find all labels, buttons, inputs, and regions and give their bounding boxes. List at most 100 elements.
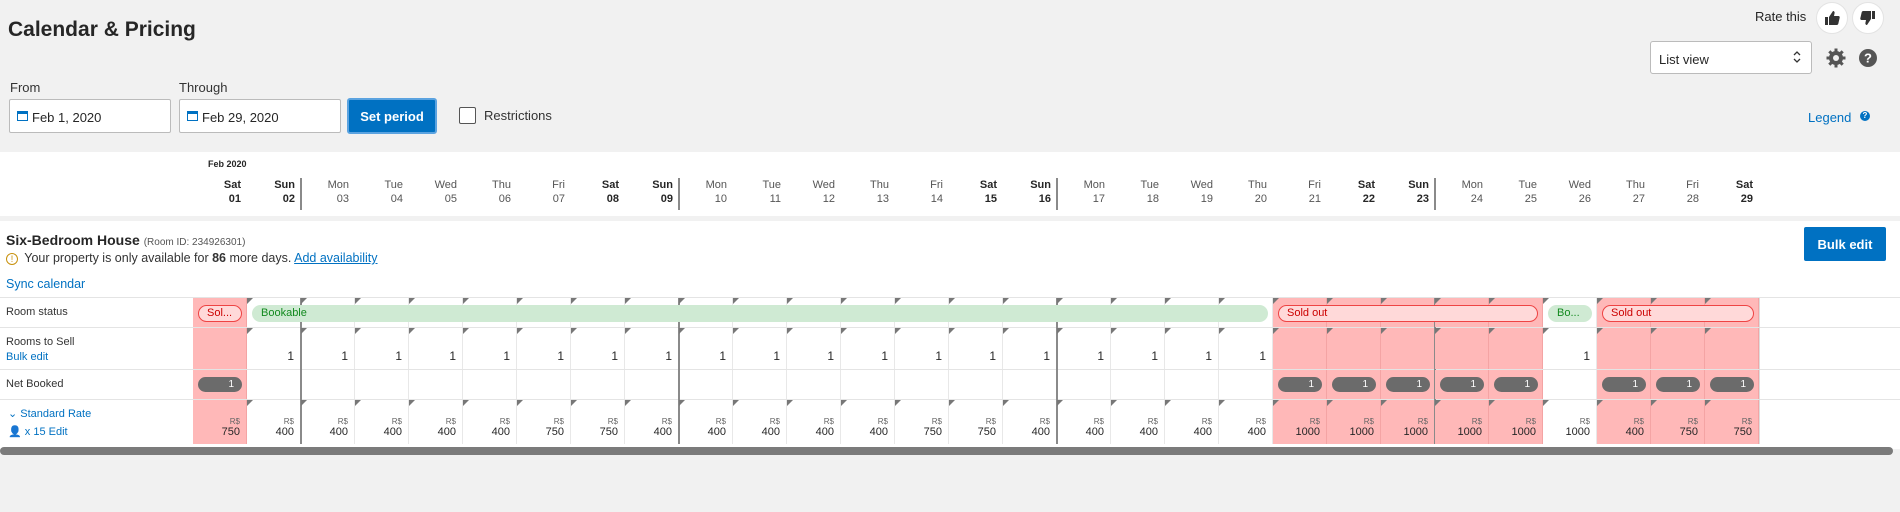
- calendar-cell[interactable]: 1: [1165, 328, 1219, 369]
- add-availability-link[interactable]: Add availability: [294, 251, 377, 265]
- calendar-cell[interactable]: R$ 400: [787, 400, 841, 444]
- calendar-cell[interactable]: R$ 1000: [1381, 400, 1435, 444]
- calendar-cell[interactable]: R$ 400: [355, 400, 409, 444]
- calendar-cell[interactable]: [1651, 328, 1705, 369]
- rooms-to-sell-value[interactable]: 1: [1043, 349, 1050, 363]
- edit-link[interactable]: Edit: [49, 426, 68, 438]
- calendar-cell[interactable]: 1: [949, 328, 1003, 369]
- price-value[interactable]: 750: [978, 426, 996, 438]
- price-value[interactable]: 400: [1626, 426, 1644, 438]
- set-period-button[interactable]: Set period: [347, 98, 437, 134]
- rooms-to-sell-value[interactable]: 1: [395, 349, 402, 363]
- room-status-pill[interactable]: Bookable: [252, 305, 1268, 322]
- legend-link[interactable]: Legend: [1808, 110, 1851, 125]
- price-value[interactable]: 400: [1086, 426, 1104, 438]
- calendar-cell[interactable]: [1597, 328, 1651, 369]
- calendar-cell[interactable]: R$ 750: [1705, 400, 1759, 444]
- calendar-cell[interactable]: [1381, 328, 1435, 369]
- thumbs-up-button[interactable]: [1816, 2, 1848, 34]
- bulk-edit-link[interactable]: Bulk edit: [6, 351, 48, 363]
- calendar-cell[interactable]: 1: [463, 328, 517, 369]
- calendar-cell[interactable]: [301, 370, 355, 399]
- room-status-pill[interactable]: Sol...: [198, 305, 242, 322]
- rooms-to-sell-value[interactable]: 1: [1205, 349, 1212, 363]
- calendar-cell[interactable]: R$ 400: [625, 400, 679, 444]
- price-value[interactable]: 750: [600, 426, 618, 438]
- calendar-cell[interactable]: R$ 400: [1597, 400, 1651, 444]
- calendar-cell[interactable]: 1: [301, 328, 355, 369]
- calendar-cell[interactable]: R$ 1000: [1435, 400, 1489, 444]
- through-date-input[interactable]: Feb 29, 2020: [179, 99, 341, 133]
- from-date-input[interactable]: Feb 1, 2020: [9, 99, 171, 133]
- calendar-cell[interactable]: [517, 370, 571, 399]
- calendar-cell[interactable]: [1003, 370, 1057, 399]
- calendar-cell[interactable]: 1: [193, 370, 247, 399]
- calendar-cell[interactable]: 1: [1057, 328, 1111, 369]
- calendar-cell[interactable]: R$ 400: [1165, 400, 1219, 444]
- price-value[interactable]: 400: [708, 426, 726, 438]
- rooms-to-sell-value[interactable]: 1: [665, 349, 672, 363]
- calendar-cell[interactable]: [571, 370, 625, 399]
- calendar-cell[interactable]: R$ 1000: [1543, 400, 1597, 444]
- price-value[interactable]: 400: [1194, 426, 1212, 438]
- price-value[interactable]: 400: [762, 426, 780, 438]
- price-value[interactable]: 400: [870, 426, 888, 438]
- price-value[interactable]: 750: [1734, 426, 1752, 438]
- calendar-cell[interactable]: [1111, 370, 1165, 399]
- calendar-cell[interactable]: 1: [895, 328, 949, 369]
- rooms-to-sell-value[interactable]: 1: [989, 349, 996, 363]
- calendar-cell[interactable]: R$ 400: [1003, 400, 1057, 444]
- price-value[interactable]: 400: [492, 426, 510, 438]
- calendar-cell[interactable]: [1327, 328, 1381, 369]
- calendar-cell[interactable]: 1: [1651, 370, 1705, 399]
- calendar-cell[interactable]: [463, 370, 517, 399]
- price-value[interactable]: 400: [330, 426, 348, 438]
- price-value[interactable]: 1000: [1296, 426, 1320, 438]
- rooms-to-sell-value[interactable]: 1: [1583, 349, 1590, 363]
- calendar-cell[interactable]: R$ 400: [1219, 400, 1273, 444]
- calendar-cell[interactable]: [1435, 328, 1489, 369]
- rooms-to-sell-value[interactable]: 1: [1259, 349, 1266, 363]
- calendar-cell[interactable]: 1: [1705, 370, 1759, 399]
- calendar-cell[interactable]: 1: [355, 328, 409, 369]
- calendar-cell[interactable]: 1: [571, 328, 625, 369]
- calendar-cell[interactable]: [409, 370, 463, 399]
- calendar-cell[interactable]: R$ 750: [949, 400, 1003, 444]
- sync-calendar-link[interactable]: Sync calendar: [6, 277, 85, 291]
- occupancy-edit[interactable]: 👤 x 15 Edit: [8, 425, 68, 438]
- rooms-to-sell-value[interactable]: 1: [1151, 349, 1158, 363]
- calendar-cell[interactable]: [1273, 328, 1327, 369]
- view-select[interactable]: List view: [1650, 41, 1812, 74]
- calendar-cell[interactable]: 1: [409, 328, 463, 369]
- calendar-cell[interactable]: 1: [1111, 328, 1165, 369]
- calendar-cell[interactable]: 1: [1597, 370, 1651, 399]
- calendar-cell[interactable]: R$ 400: [1057, 400, 1111, 444]
- calendar-cell[interactable]: 1: [841, 328, 895, 369]
- calendar-cell[interactable]: [1165, 370, 1219, 399]
- calendar-cell[interactable]: R$ 400: [1111, 400, 1165, 444]
- rooms-to-sell-value[interactable]: 1: [287, 349, 294, 363]
- price-value[interactable]: 1000: [1458, 426, 1482, 438]
- calendar-cell[interactable]: R$ 750: [571, 400, 625, 444]
- rooms-to-sell-value[interactable]: 1: [557, 349, 564, 363]
- rooms-to-sell-value[interactable]: 1: [881, 349, 888, 363]
- calendar-cell[interactable]: [841, 370, 895, 399]
- price-value[interactable]: 400: [384, 426, 402, 438]
- rooms-to-sell-value[interactable]: 1: [611, 349, 618, 363]
- calendar-cell[interactable]: 1: [787, 328, 841, 369]
- price-value[interactable]: 400: [438, 426, 456, 438]
- calendar-cell[interactable]: 1: [1327, 370, 1381, 399]
- calendar-cell[interactable]: R$ 750: [1651, 400, 1705, 444]
- calendar-cell[interactable]: [895, 370, 949, 399]
- price-value[interactable]: 1000: [1404, 426, 1428, 438]
- calendar-cell[interactable]: [733, 370, 787, 399]
- calendar-cell[interactable]: R$ 1000: [1273, 400, 1327, 444]
- calendar-cell[interactable]: [1057, 370, 1111, 399]
- room-status-pill[interactable]: Sold out: [1602, 305, 1754, 322]
- price-value[interactable]: 400: [654, 426, 672, 438]
- calendar-cell[interactable]: R$ 400: [409, 400, 463, 444]
- calendar-cell[interactable]: 1: [1273, 370, 1327, 399]
- calendar-cell[interactable]: R$ 400: [301, 400, 355, 444]
- calendar-cell[interactable]: 1: [1435, 370, 1489, 399]
- price-value[interactable]: 750: [1680, 426, 1698, 438]
